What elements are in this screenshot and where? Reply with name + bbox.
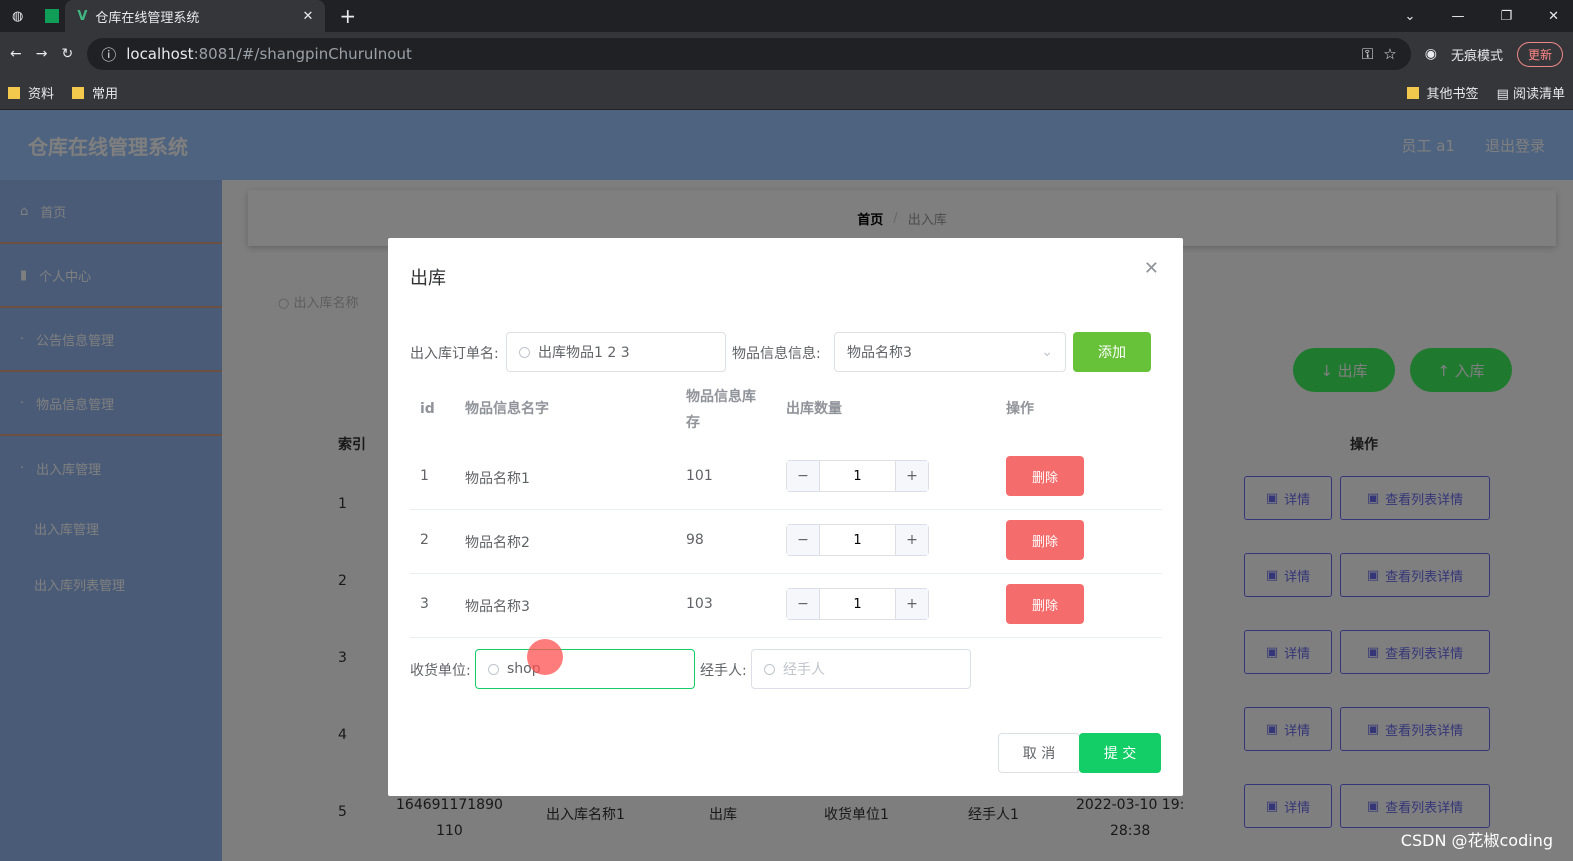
- quantity-input[interactable]: 1: [819, 589, 896, 619]
- unit-input[interactable]: shop: [475, 649, 695, 689]
- url-host: localhost: [126, 45, 194, 63]
- folder-icon: [8, 87, 20, 99]
- bookmark-item[interactable]: 资料: [8, 83, 54, 102]
- forward-icon[interactable]: →: [36, 46, 48, 62]
- table-row: 2 物品名称2 98 −1 + 删除: [410, 510, 1162, 574]
- minus-button[interactable]: −: [787, 589, 819, 619]
- vue-icon: V: [77, 8, 88, 24]
- quantity-stepper[interactable]: −1 +: [786, 588, 929, 620]
- cell-id: 2: [420, 532, 429, 548]
- quantity-stepper[interactable]: −1 +: [786, 460, 929, 492]
- add-button[interactable]: 添加: [1073, 332, 1151, 372]
- th-ops: 操作: [1006, 401, 1034, 417]
- incognito-icon: ◉: [1424, 46, 1437, 62]
- url-input[interactable]: ⓘ localhost:8081/#/shangpinChuruInout ⚿ ☆: [87, 38, 1411, 70]
- table-row: 1 物品名称1 101 −1 + 删除: [410, 446, 1162, 510]
- url-path: :8081/#/shangpinChuruInout: [193, 45, 412, 63]
- delete-button[interactable]: 删除: [1006, 584, 1084, 624]
- outbound-dialog: 出库 ✕ 出入库订单名: 出库物品1 2 3 物品信息信息: 物品名称3 ⌄ 添加…: [388, 238, 1183, 796]
- restore-icon[interactable]: ❐: [1500, 9, 1512, 24]
- watermark: CSDN @花椒coding: [1400, 831, 1553, 850]
- cell-name: 物品名称2: [465, 535, 530, 551]
- plus-button[interactable]: +: [896, 525, 928, 555]
- handler-label: 经手人:: [700, 663, 747, 679]
- th-stock: 物品信息库存: [686, 389, 756, 431]
- delete-button[interactable]: 删除: [1006, 520, 1084, 560]
- cancel-button[interactable]: 取 消: [998, 733, 1080, 773]
- reading-list[interactable]: ▤ 阅读清单: [1497, 83, 1565, 102]
- address-bar-row: ← → ↻ ⓘ localhost:8081/#/shangpinChuruInout…: [0, 32, 1573, 76]
- delete-button[interactable]: 删除: [1006, 456, 1084, 496]
- th-qty: 出库数量: [786, 401, 842, 417]
- mouse-cursor-highlight: [527, 639, 563, 675]
- quantity-stepper[interactable]: −1 +: [786, 524, 929, 556]
- cell-stock: 103: [686, 596, 713, 612]
- close-tab-icon[interactable]: ✕: [302, 9, 313, 24]
- incognito-label[interactable]: 无痕模式: [1451, 45, 1503, 64]
- unit-label: 收货单位:: [410, 663, 471, 679]
- quantity-input[interactable]: 1: [819, 461, 896, 491]
- cell-id: 3: [420, 596, 429, 612]
- close-window-icon[interactable]: ✕: [1548, 9, 1559, 24]
- minus-button[interactable]: −: [787, 461, 819, 491]
- search-icon: [764, 663, 775, 675]
- back-icon[interactable]: ←: [10, 46, 22, 62]
- close-icon[interactable]: ✕: [1144, 258, 1159, 279]
- browser-tab[interactable]: V 仓库在线管理系统 ✕: [65, 0, 326, 32]
- th-id: id: [420, 401, 435, 417]
- order-label: 出入库订单名:: [410, 346, 499, 362]
- info-icon: ⓘ: [101, 45, 117, 64]
- cell-stock: 101: [686, 468, 713, 484]
- th-name: 物品信息名字: [465, 401, 549, 417]
- new-tab-icon[interactable]: +: [339, 4, 356, 28]
- goods-label: 物品信息信息:: [732, 346, 821, 362]
- search-icon: [519, 346, 530, 358]
- folder-icon: [1406, 87, 1419, 99]
- tab-title: 仓库在线管理系统: [95, 10, 200, 26]
- globe-icon[interactable]: ◍: [12, 9, 23, 24]
- plus-button[interactable]: +: [896, 461, 928, 491]
- bookmark-item[interactable]: 其他书签: [1406, 83, 1479, 102]
- search-icon: [488, 663, 499, 675]
- tab-search-icon[interactable]: ⌄: [1405, 9, 1416, 24]
- order-name-input[interactable]: 出库物品1 2 3: [506, 332, 726, 372]
- plus-button[interactable]: +: [896, 589, 928, 619]
- bookmarks-bar: 资料 常用 其他书签 ▤ 阅读清单: [0, 76, 1573, 110]
- minimize-icon[interactable]: —: [1451, 9, 1464, 24]
- folder-icon: [72, 87, 85, 99]
- browser-tabbar: ◍ V 仓库在线管理系统 ✕ + ⌄ — ❐ ✕: [0, 0, 1573, 32]
- dialog-title: 出库: [410, 268, 446, 289]
- submit-button[interactable]: 提 交: [1079, 733, 1161, 773]
- cell-id: 1: [420, 468, 429, 484]
- star-icon[interactable]: ☆: [1383, 45, 1396, 63]
- update-button[interactable]: 更新: [1516, 41, 1563, 67]
- sheet-tab-icon[interactable]: [45, 9, 60, 23]
- table-row: 3 物品名称3 103 −1 + 删除: [410, 574, 1162, 638]
- bookmark-item[interactable]: 常用: [72, 83, 118, 102]
- key-icon[interactable]: ⚿: [1362, 45, 1373, 63]
- chevron-down-icon: ⌄: [1041, 344, 1053, 360]
- quantity-input[interactable]: 1: [819, 525, 896, 555]
- goods-select[interactable]: 物品名称3 ⌄: [834, 332, 1066, 372]
- cell-stock: 98: [686, 532, 704, 548]
- cell-name: 物品名称1: [465, 471, 530, 487]
- handler-input[interactable]: 经手人: [751, 649, 971, 689]
- reload-icon[interactable]: ↻: [61, 46, 73, 62]
- cell-name: 物品名称3: [465, 599, 530, 615]
- minus-button[interactable]: −: [787, 525, 819, 555]
